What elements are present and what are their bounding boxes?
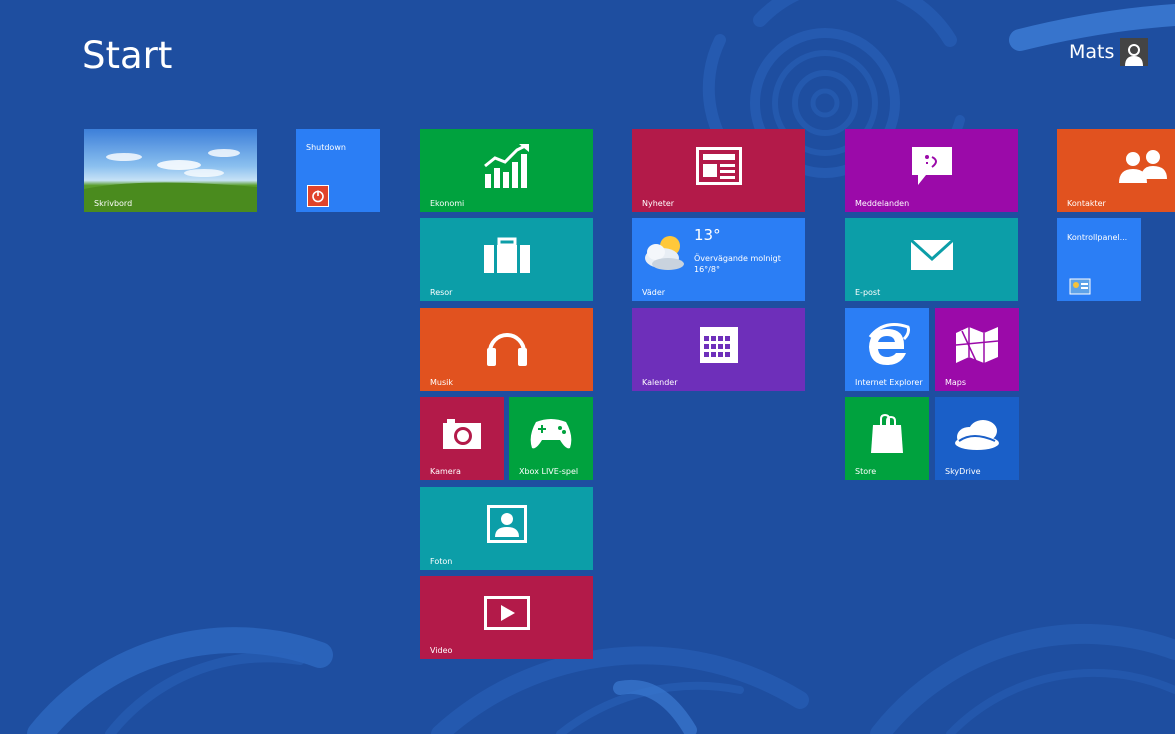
tile-news[interactable]: Nyheter <box>632 129 805 212</box>
tile-label: Maps <box>945 378 967 387</box>
tile-label: Nyheter <box>642 199 675 208</box>
user-account[interactable]: Mats <box>1069 38 1149 66</box>
headphones-icon <box>486 332 527 366</box>
tile-calendar[interactable]: Kalender <box>632 308 805 391</box>
tile-label: Ekonomi <box>430 199 465 208</box>
suitcase-icon <box>483 237 530 273</box>
tile-label: E-post <box>855 288 881 297</box>
calendar-icon <box>699 326 738 363</box>
page-title: Start <box>82 34 173 77</box>
tile-label: Video <box>430 646 453 655</box>
tile-label: Kontrollpanel... <box>1067 233 1128 242</box>
tile-messaging[interactable]: Meddelanden <box>845 129 1018 212</box>
tile-skydrive[interactable]: SkyDrive <box>935 397 1019 480</box>
user-icon <box>1125 44 1144 66</box>
tile-store[interactable]: Store <box>845 397 929 480</box>
tile-music[interactable]: Musik <box>420 308 593 391</box>
people-icon <box>1119 149 1167 183</box>
tile-label: Store <box>855 467 877 476</box>
control-panel-icon <box>1069 278 1091 295</box>
tile-camera[interactable]: Kamera <box>420 397 504 480</box>
power-icon <box>307 185 329 207</box>
photo-icon <box>486 504 527 543</box>
camera-icon <box>443 418 481 449</box>
tile-label: Meddelanden <box>855 199 910 208</box>
tile-maps[interactable]: Maps <box>935 308 1019 391</box>
tile-people[interactable]: Kontakter <box>1057 129 1175 212</box>
tile-xbox[interactable]: Xbox LIVE-spel <box>509 397 593 480</box>
mail-icon <box>909 238 954 270</box>
cloud-icon <box>955 419 999 450</box>
tile-label: Kalender <box>642 378 678 387</box>
tile-label: Foton <box>430 557 453 566</box>
tile-mail[interactable]: E-post <box>845 218 1018 301</box>
bag-icon <box>871 413 903 453</box>
ie-icon <box>868 322 910 365</box>
tile-travel[interactable]: Resor <box>420 218 593 301</box>
tile-finance[interactable]: Ekonomi <box>420 129 593 212</box>
tile-video[interactable]: Video <box>420 576 593 659</box>
newspaper-icon <box>695 146 742 185</box>
tile-desktop[interactable]: Skrivbord <box>84 129 257 212</box>
tile-label: Kontakter <box>1067 199 1106 208</box>
map-icon <box>955 326 999 363</box>
weather-temperature: 13° <box>694 226 721 244</box>
avatar <box>1120 38 1149 66</box>
tile-label: Internet Explorer <box>855 378 923 387</box>
tile-label: Musik <box>430 378 453 387</box>
tile-shutdown[interactable]: Shutdown <box>296 129 380 212</box>
gamepad-icon <box>530 418 572 448</box>
tile-photos[interactable]: Foton <box>420 487 593 570</box>
tile-label: SkyDrive <box>945 467 981 476</box>
weather-condition: Övervägande molnigt <box>694 254 781 263</box>
user-name: Mats <box>1069 41 1115 63</box>
tile-label: Shutdown <box>306 143 346 152</box>
tile-label: Väder <box>642 288 666 297</box>
tile-label: Skrivbord <box>94 199 133 208</box>
weather-range: 16°/8° <box>694 265 720 274</box>
tile-label: Kamera <box>430 467 461 476</box>
chat-icon <box>911 146 952 185</box>
chart-icon <box>483 143 529 188</box>
tile-internet-explorer[interactable]: Internet Explorer <box>845 308 929 391</box>
tile-label: Xbox LIVE-spel <box>519 467 579 476</box>
tile-label: Resor <box>430 288 453 297</box>
play-icon <box>483 595 530 630</box>
sun-cloud-icon <box>645 236 684 270</box>
tile-weather[interactable]: 13° Övervägande molnigt 16°/8° Väder <box>632 218 805 301</box>
tile-control-panel[interactable]: Kontrollpanel... <box>1057 218 1141 301</box>
